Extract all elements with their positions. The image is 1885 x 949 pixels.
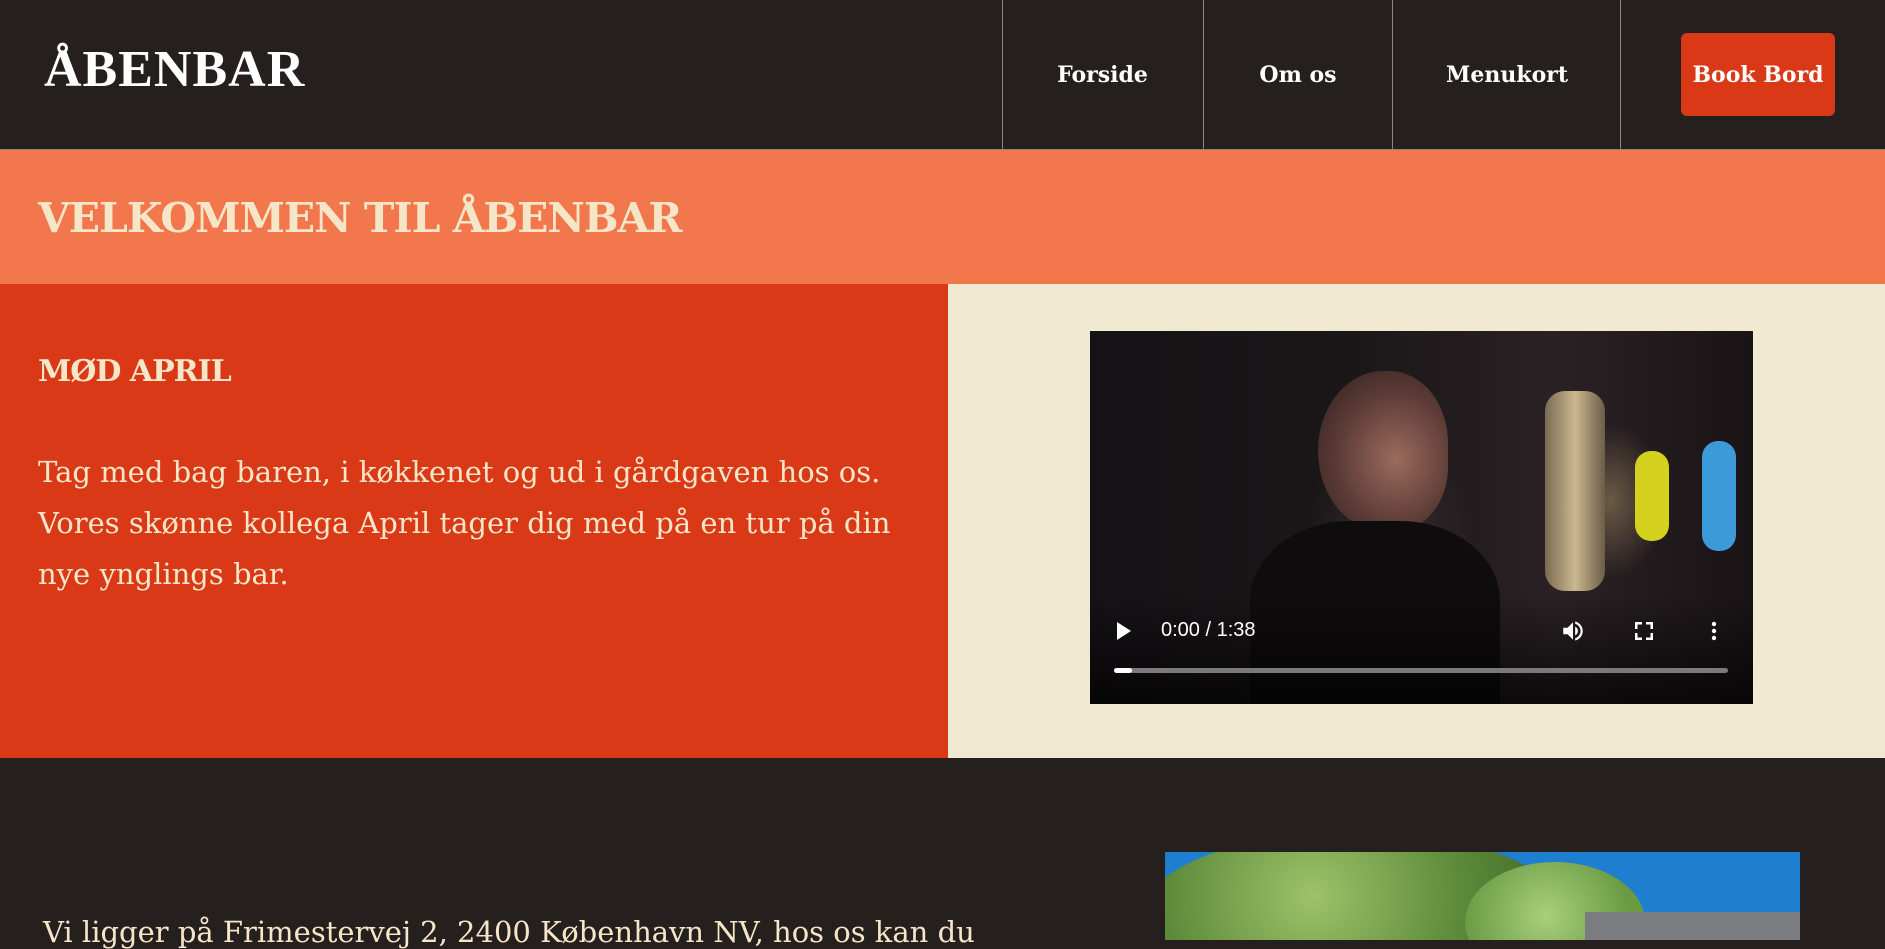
more-vert-icon[interactable] [1702,618,1726,644]
photo-detail [1585,912,1800,940]
video-frame-detail [1545,391,1605,591]
fullscreen-icon[interactable] [1632,619,1656,643]
video-time: 0:00 / 1:38 [1161,619,1256,641]
video-progress-bar[interactable] [1114,668,1728,673]
video-frame-detail [1318,371,1448,531]
site-header: ÅBENBAR Forside Om os Menukort Book Bord [0,0,1885,150]
video-panel: 0:00 / 1:38 [948,284,1885,758]
book-table-button[interactable]: Book Bord [1681,33,1835,116]
welcome-banner: VELKOMMEN TIL ÅBENBAR [0,150,1885,284]
site-logo[interactable]: ÅBENBAR [44,40,305,99]
play-icon[interactable] [1117,622,1131,640]
nav-item-om-os[interactable]: Om os [1203,0,1392,150]
feature-body: Tag med bag baren, i køkkenet og ud i gå… [38,455,891,591]
bar-exterior-photo [1165,852,1800,940]
location-text: Vi ligger på Frimestervej 2, 2400 Københ… [43,915,975,949]
volume-icon[interactable] [1560,618,1586,644]
feature-heading: MØD APRIL [38,354,232,389]
nav-divider [1620,0,1621,150]
feature-text-panel: MØD APRIL Tag med bag baren, i køkkenet … [0,284,948,758]
video-progress-fill [1114,668,1133,673]
welcome-title: VELKOMMEN TIL ÅBENBAR [38,194,682,242]
nav-item-menukort[interactable]: Menukort [1392,0,1621,150]
video-player[interactable]: 0:00 / 1:38 [1090,331,1753,704]
video-controls-overlay [1090,594,1753,704]
video-frame-detail [1635,451,1669,541]
nav-item-forside[interactable]: Forside [1002,0,1202,150]
video-frame-detail [1702,441,1736,551]
